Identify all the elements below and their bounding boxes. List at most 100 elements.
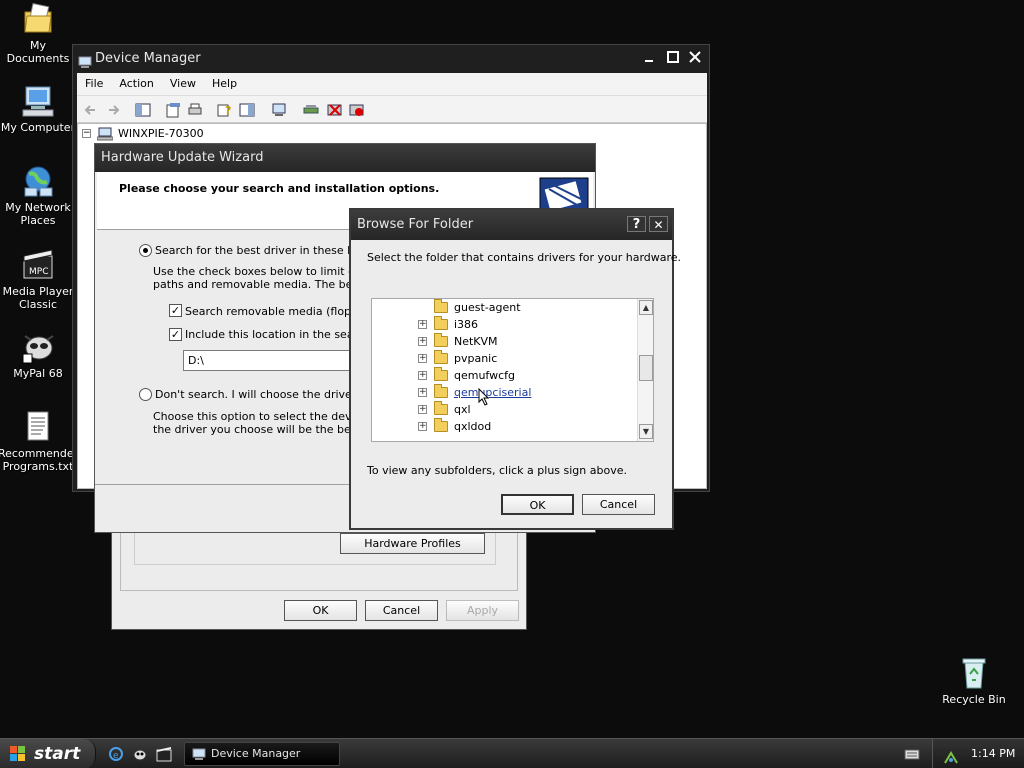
folder-label: qxldod bbox=[454, 420, 492, 433]
quicklaunch-media-player-icon[interactable] bbox=[156, 746, 172, 765]
expand-plus-icon[interactable]: + bbox=[418, 371, 427, 380]
browse-instruction: Select the folder that contains drivers … bbox=[367, 251, 682, 264]
menu-action[interactable]: Action bbox=[111, 73, 161, 95]
wizard-title: Hardware Update Wizard bbox=[101, 150, 264, 165]
search-best-driver-radio[interactable] bbox=[139, 244, 152, 257]
desktop-icon-label: Recycle Bin bbox=[942, 693, 1006, 706]
properties-icon[interactable] bbox=[165, 102, 181, 118]
update-driver-icon[interactable] bbox=[303, 102, 319, 118]
device-manager-title: Device Manager bbox=[95, 51, 201, 66]
folder-icon bbox=[434, 401, 448, 415]
tree-row-qemufwcfg[interactable]: + qemufwcfg bbox=[372, 367, 636, 384]
desktop-icon-my-documents[interactable]: My Documents bbox=[0, 2, 78, 65]
forward-arrow-icon[interactable] bbox=[105, 102, 121, 118]
menu-help[interactable]: Help bbox=[204, 73, 245, 95]
include-location-checkbox[interactable]: ✓ bbox=[169, 328, 182, 341]
tree-row-netkvm[interactable]: + NetKVM bbox=[372, 333, 636, 350]
start-label: start bbox=[34, 744, 81, 764]
folder-icon bbox=[434, 418, 448, 432]
tree-row-qxl[interactable]: + qxl bbox=[372, 401, 636, 418]
quicklaunch-mypal-icon[interactable] bbox=[132, 746, 148, 765]
tree-row-pvpanic[interactable]: + pvpanic bbox=[372, 350, 636, 367]
tree-row-guest-agent[interactable]: guest-agent bbox=[372, 299, 636, 316]
minimize-button[interactable] bbox=[639, 51, 658, 67]
folder-icon bbox=[434, 367, 448, 381]
tree-root-expander[interactable]: − bbox=[82, 129, 91, 138]
tree-row-i386[interactable]: + i386 bbox=[372, 316, 636, 333]
wizard-titlebar[interactable]: Hardware Update Wizard bbox=[95, 144, 595, 172]
browse-close-button[interactable]: ✕ bbox=[649, 216, 668, 232]
maximize-button[interactable] bbox=[663, 51, 682, 67]
ok-button[interactable]: OK bbox=[284, 600, 357, 621]
removable-media-checkbox[interactable]: ✓ bbox=[169, 304, 182, 317]
expand-plus-icon[interactable]: + bbox=[418, 422, 427, 431]
scroll-up-arrow-icon[interactable]: ▲ bbox=[639, 300, 653, 315]
close-button[interactable] bbox=[685, 51, 704, 67]
help-button[interactable]: ? bbox=[627, 216, 646, 232]
svg-text:?: ? bbox=[225, 104, 231, 117]
folder-icon bbox=[434, 299, 448, 313]
folder-label: guest-agent bbox=[454, 301, 521, 314]
menu-view[interactable]: View bbox=[162, 73, 204, 95]
desktop-icon-label: My Computer bbox=[0, 121, 76, 134]
menu-bar: File Action View Help bbox=[77, 73, 707, 95]
tree-root-label[interactable]: WINXPIE-70300 bbox=[118, 127, 204, 140]
folder-label: pvpanic bbox=[454, 352, 498, 365]
desktop-icon-my-network-places[interactable]: My Network Places bbox=[0, 164, 78, 227]
desktop-icon-label: Recommended Programs.txt bbox=[0, 447, 81, 473]
expand-plus-icon[interactable]: + bbox=[418, 388, 427, 397]
browse-cancel-button[interactable]: Cancel bbox=[582, 494, 655, 515]
tree-row-qemupciserial[interactable]: + qemupciserial bbox=[372, 384, 636, 406]
expand-plus-icon[interactable]: + bbox=[418, 354, 427, 363]
apply-button[interactable]: Apply bbox=[446, 600, 519, 621]
location-input[interactable]: D:\ bbox=[183, 350, 353, 371]
expand-plus-icon[interactable]: + bbox=[418, 320, 427, 329]
uninstall-icon[interactable] bbox=[327, 102, 343, 118]
folder-tree-scrollbar[interactable]: ▲ ▼ bbox=[637, 299, 653, 441]
scan-hardware-icon[interactable] bbox=[271, 102, 287, 118]
clock[interactable]: 1:14 PM bbox=[971, 739, 1015, 768]
dont-search-radio[interactable] bbox=[139, 388, 152, 401]
cancel-button[interactable]: Cancel bbox=[365, 600, 438, 621]
scroll-thumb[interactable] bbox=[639, 355, 653, 381]
view-icon[interactable] bbox=[239, 102, 255, 118]
device-manager-task-icon bbox=[192, 747, 206, 768]
include-location-label[interactable]: Include this location in the search: bbox=[185, 328, 375, 341]
network-tray-icon[interactable] bbox=[943, 747, 959, 768]
desktop-icon-label: Media Player Classic bbox=[2, 285, 74, 311]
menu-file[interactable]: File bbox=[77, 73, 111, 95]
scroll-down-arrow-icon[interactable]: ▼ bbox=[639, 424, 653, 439]
desktop-icon-label: My Network Places bbox=[5, 201, 71, 227]
folder-tree: guest-agent + i386 + NetKVM + pvpanic + … bbox=[371, 298, 654, 442]
device-manager-titlebar[interactable]: Device Manager bbox=[73, 45, 709, 73]
expand-plus-icon[interactable]: + bbox=[418, 405, 427, 414]
network-places-icon bbox=[21, 164, 55, 198]
start-button[interactable]: start bbox=[0, 739, 96, 768]
print-icon[interactable] bbox=[187, 102, 203, 118]
browse-title: Browse For Folder bbox=[357, 217, 474, 232]
desktop-icon-recycle-bin[interactable]: Recycle Bin bbox=[934, 656, 1014, 706]
tree-row-qxldod[interactable]: + qxldod bbox=[372, 418, 636, 435]
desktop-icon-my-computer[interactable]: My Computer bbox=[0, 84, 78, 134]
folder-label: i386 bbox=[454, 318, 479, 331]
desktop-icon-mypal[interactable]: MyPal 68 bbox=[0, 330, 78, 380]
taskbar-device-manager-button[interactable]: Device Manager bbox=[184, 742, 340, 766]
hardware-profiles-button[interactable]: Hardware Profiles bbox=[340, 533, 485, 554]
folder-label-selected: qemupciserial bbox=[454, 386, 532, 399]
help-icon[interactable]: ? bbox=[217, 102, 233, 118]
show-hide-tree-icon[interactable] bbox=[135, 102, 151, 118]
quicklaunch-browser-icon[interactable]: e bbox=[108, 746, 124, 765]
expand-plus-icon[interactable]: + bbox=[418, 337, 427, 346]
folder-icon bbox=[434, 384, 448, 398]
disable-device-icon[interactable] bbox=[349, 102, 365, 118]
my-computer-icon bbox=[21, 84, 55, 118]
keyboard-tray-icon[interactable] bbox=[904, 748, 920, 763]
browse-hint: To view any subfolders, click a plus sig… bbox=[367, 464, 627, 477]
mypal-icon bbox=[21, 330, 55, 364]
browse-titlebar[interactable]: Browse For Folder ? ✕ bbox=[351, 210, 672, 240]
media-player-icon: MPC bbox=[21, 248, 55, 282]
desktop-icon-recommended-programs[interactable]: Recommended Programs.txt bbox=[0, 410, 81, 473]
desktop-icon-media-player-classic[interactable]: MPC Media Player Classic bbox=[0, 248, 78, 311]
back-arrow-icon[interactable] bbox=[83, 102, 99, 118]
browse-ok-button[interactable]: OK bbox=[501, 494, 574, 515]
